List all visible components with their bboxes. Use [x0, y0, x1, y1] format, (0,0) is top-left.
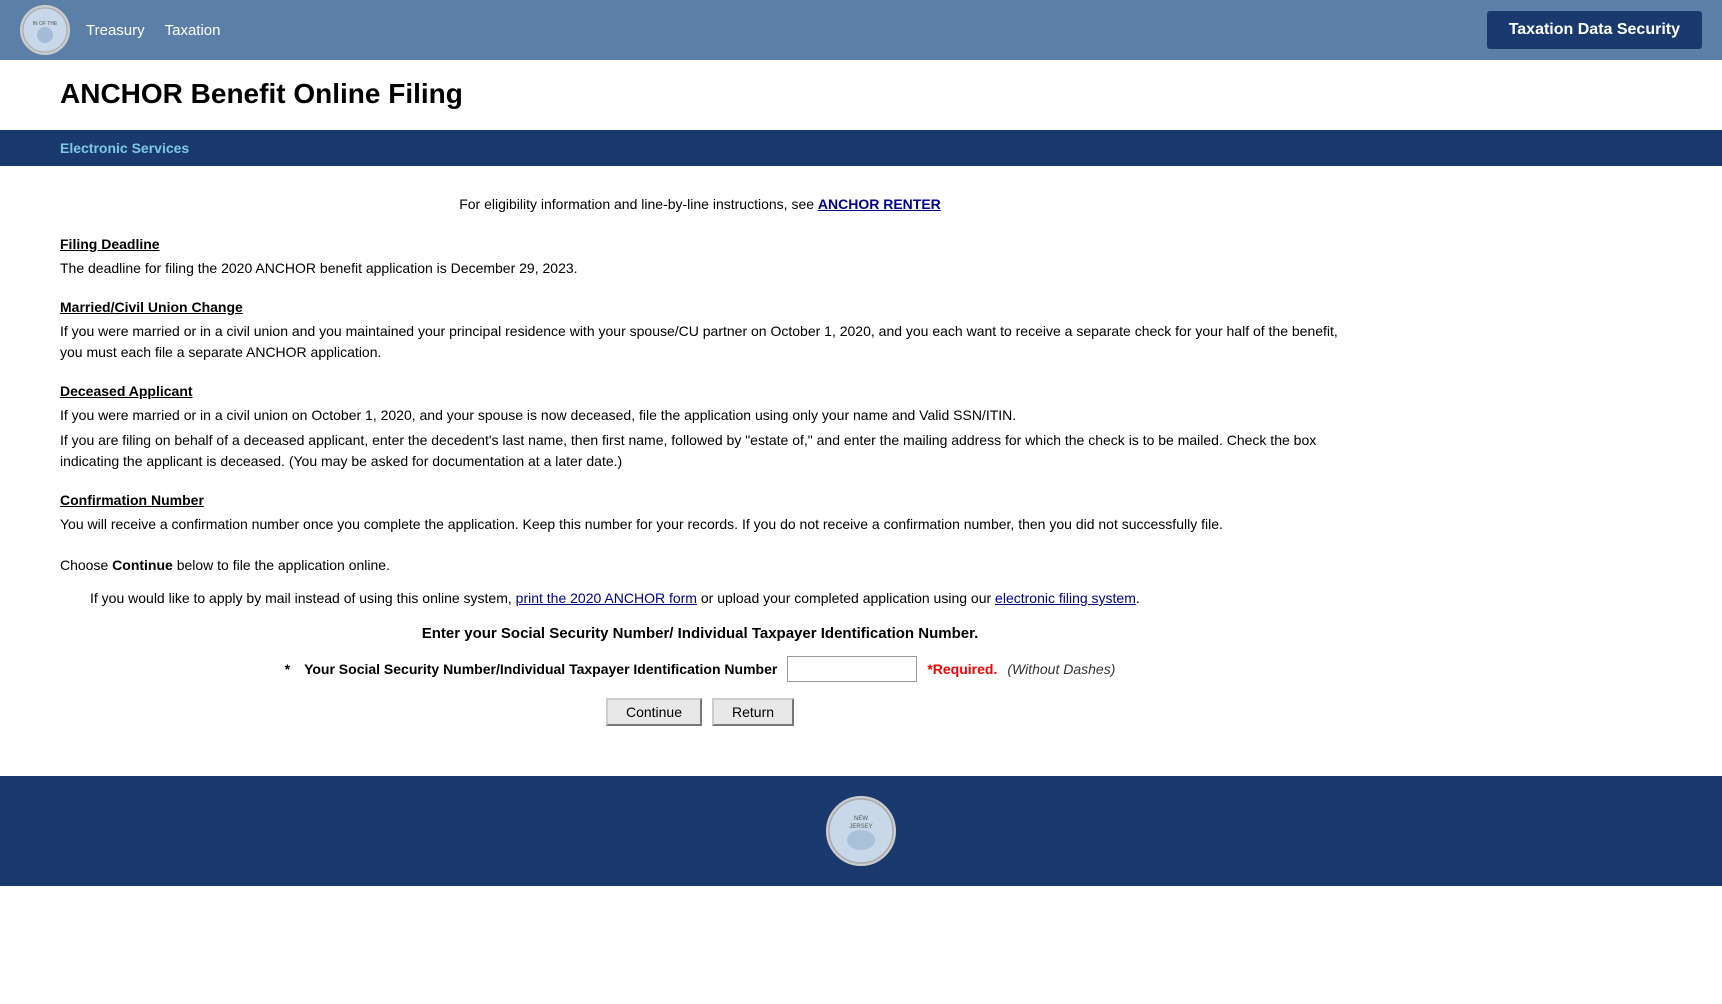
ssn-section: Enter your Social Security Number/ Indiv…: [60, 625, 1340, 726]
filing-deadline-heading[interactable]: Filing Deadline: [60, 236, 160, 252]
svg-text:IN OF THE: IN OF THE: [33, 21, 58, 27]
main-content: For eligibility information and line-by-…: [0, 186, 1400, 776]
ssn-section-title: Enter your Social Security Number/ Indiv…: [60, 625, 1340, 642]
electronic-services-label: Electronic Services: [60, 140, 189, 156]
continue-instruction: Choose Continue below to file the applic…: [60, 555, 1340, 576]
deceased-applicant-section: Deceased Applicant If you were married o…: [60, 383, 1340, 472]
ssn-label: Your Social Security Number/Individual T…: [304, 661, 777, 677]
confirmation-number-text: You will receive a confirmation number o…: [60, 514, 1340, 535]
mail-option-suffix: .: [1136, 590, 1140, 606]
top-navigation: IN OF THE Treasury Taxation Taxation Dat…: [0, 0, 1722, 60]
married-civil-union-heading[interactable]: Married/Civil Union Change: [60, 299, 243, 315]
taxation-link[interactable]: Taxation: [165, 22, 221, 39]
anchor-renter-link[interactable]: ANCHOR RENTER: [818, 196, 941, 212]
mail-option: If you would like to apply by mail inste…: [90, 588, 1340, 609]
svg-text:NEW: NEW: [854, 816, 868, 822]
taxation-data-security-button[interactable]: Taxation Data Security: [1487, 11, 1702, 49]
continue-prefix: Choose: [60, 557, 112, 573]
ssn-asterisk: *: [285, 661, 290, 677]
married-civil-union-text: If you were married or in a civil union …: [60, 321, 1340, 363]
page-title: ANCHOR Benefit Online Filing: [60, 78, 1662, 110]
deceased-applicant-heading[interactable]: Deceased Applicant: [60, 383, 193, 399]
electronic-filing-system-link[interactable]: electronic filing system: [995, 590, 1136, 606]
page-title-area: ANCHOR Benefit Online Filing: [0, 60, 1722, 130]
filing-deadline-section: Filing Deadline The deadline for filing …: [60, 236, 1340, 279]
return-button[interactable]: Return: [712, 698, 794, 726]
nj-seal: NEW JERSEY: [826, 796, 896, 866]
treasury-link[interactable]: Treasury: [86, 22, 145, 39]
continue-button[interactable]: Continue: [606, 698, 702, 726]
state-logo: IN OF THE: [20, 5, 70, 55]
ssn-input[interactable]: [787, 656, 917, 682]
svg-text:JERSEY: JERSEY: [849, 824, 872, 830]
confirmation-number-heading[interactable]: Confirmation Number: [60, 492, 204, 508]
required-text: *Required.: [927, 661, 997, 677]
form-buttons: Continue Return: [60, 698, 1340, 726]
eligibility-info: For eligibility information and line-by-…: [60, 196, 1340, 212]
mail-option-middle: or upload your completed application usi…: [697, 590, 995, 606]
deceased-applicant-text-1: If you were married or in a civil union …: [60, 405, 1340, 426]
electronic-services-bar: Electronic Services: [0, 130, 1722, 166]
continue-bold: Continue: [112, 557, 173, 573]
married-civil-union-section: Married/Civil Union Change If you were m…: [60, 299, 1340, 363]
filing-deadline-text: The deadline for filing the 2020 ANCHOR …: [60, 258, 1340, 279]
ssn-input-row: * Your Social Security Number/Individual…: [60, 656, 1340, 682]
without-dashes-text: (Without Dashes): [1007, 661, 1115, 677]
continue-suffix: below to file the application online.: [173, 557, 390, 573]
mail-option-prefix: If you would like to apply by mail inste…: [90, 590, 516, 606]
footer: NEW JERSEY: [0, 776, 1722, 886]
confirmation-number-section: Confirmation Number You will receive a c…: [60, 492, 1340, 535]
breadcrumb: Treasury Taxation: [86, 22, 221, 39]
nav-left: IN OF THE Treasury Taxation: [20, 5, 221, 55]
deceased-applicant-text-2: If you are filing on behalf of a decease…: [60, 430, 1340, 472]
eligibility-text: For eligibility information and line-by-…: [459, 196, 814, 212]
print-anchor-form-link[interactable]: print the 2020 ANCHOR form: [516, 590, 697, 606]
